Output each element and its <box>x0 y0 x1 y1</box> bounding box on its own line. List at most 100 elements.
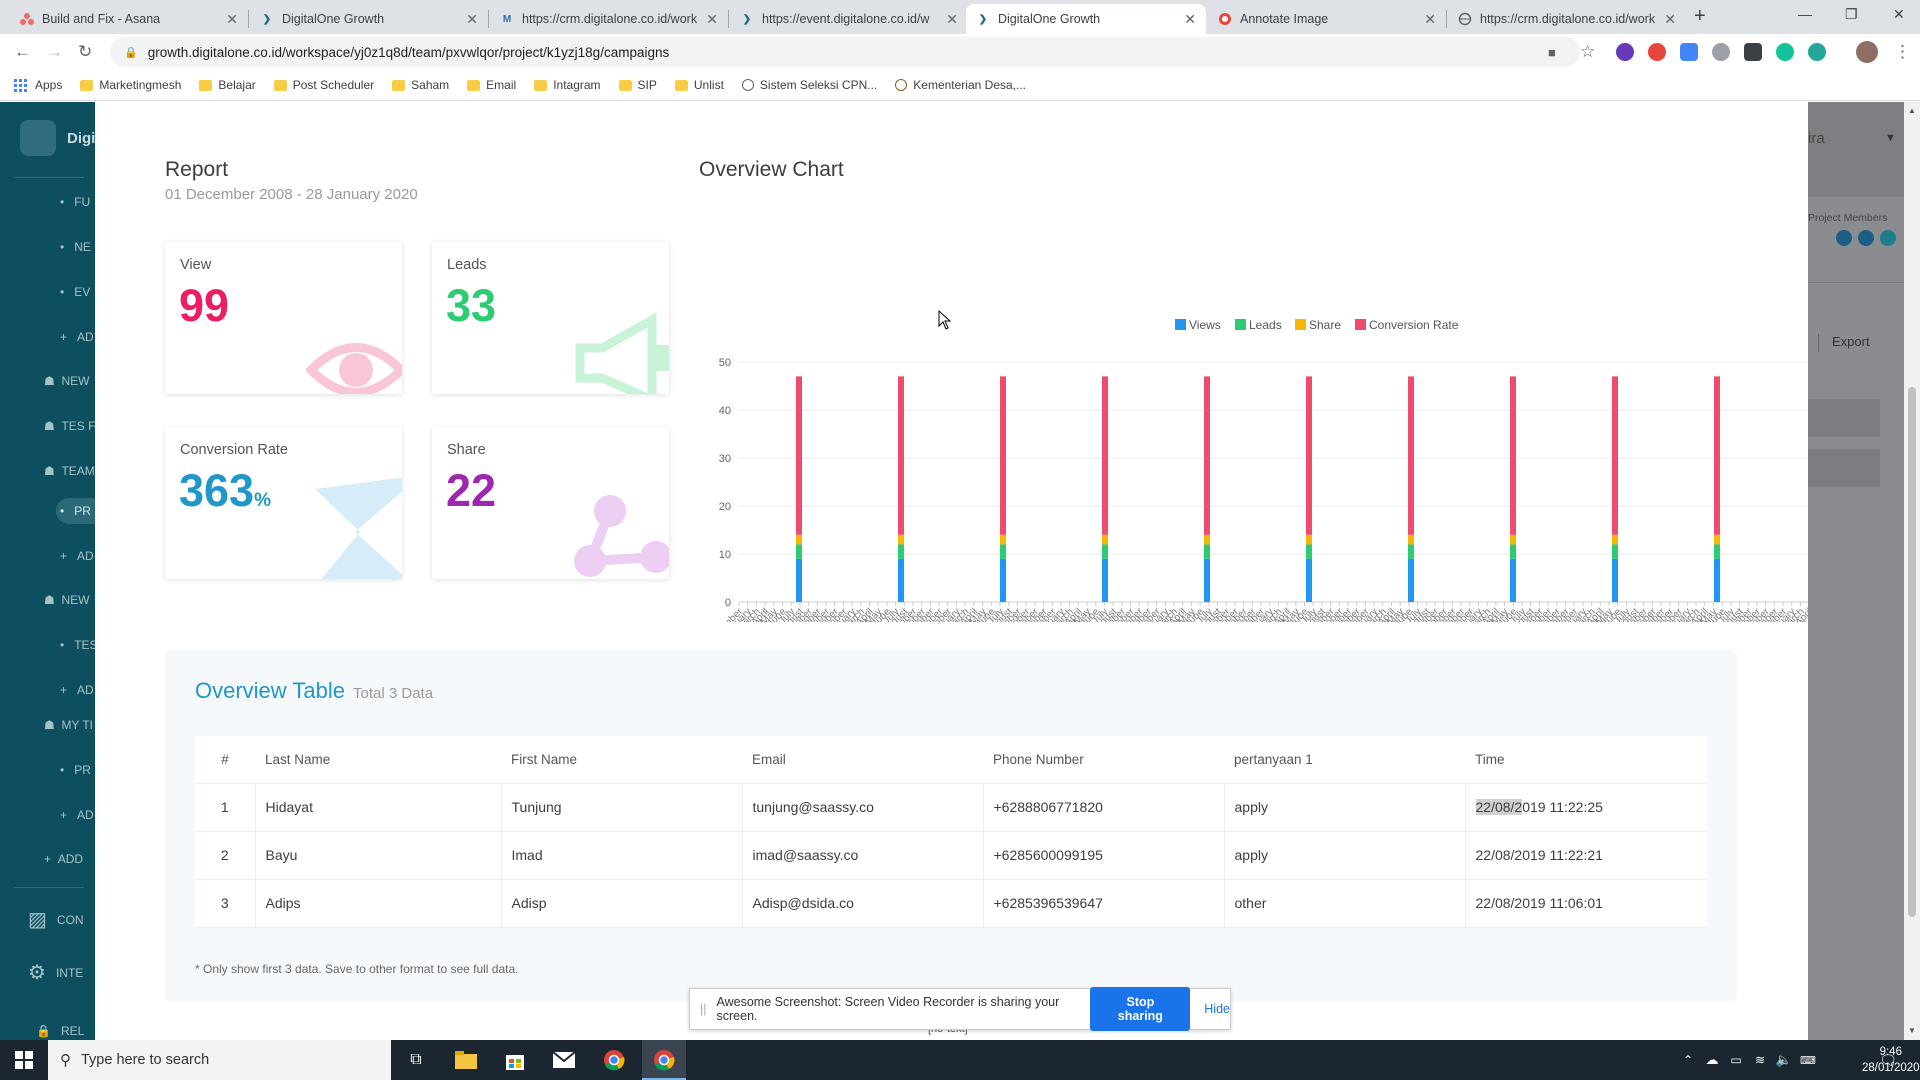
task-view-icon[interactable]: ⧉ <box>404 1048 428 1072</box>
bookmark-folder[interactable]: Unlist <box>674 78 724 92</box>
bookmark-folder[interactable]: Marketingmesh <box>80 78 181 92</box>
close-window-icon[interactable]: ✕ <box>1893 6 1905 23</box>
panel-row[interactable] <box>1808 399 1880 437</box>
file-explorer-icon[interactable] <box>454 1048 478 1072</box>
windows-start-icon[interactable] <box>12 1048 36 1072</box>
bookmark-folder[interactable]: Belajar <box>199 78 256 92</box>
minimize-icon[interactable]: — <box>1798 6 1812 22</box>
page-scrollbar[interactable]: ▲ ▼ <box>1904 102 1920 1040</box>
sidebar-team-item[interactable]: ☗ NEW <box>44 374 89 388</box>
legend-item[interactable]: Leads <box>1235 318 1282 332</box>
close-tab-icon[interactable]: ✕ <box>1664 11 1676 28</box>
chrome-icon[interactable] <box>652 1048 676 1072</box>
chrome-icon[interactable] <box>602 1048 626 1072</box>
extension-icon[interactable] <box>1808 43 1826 61</box>
sidebar-item-active[interactable]: • PR <box>60 504 91 518</box>
sidebar-add-item[interactable]: + AD <box>60 330 94 344</box>
cell-q1: apply <box>1224 831 1466 880</box>
sidebar-content-item[interactable]: ▨ CON <box>28 907 84 932</box>
avatar[interactable] <box>1880 230 1896 246</box>
avatar[interactable] <box>1836 230 1852 246</box>
bookmark-link[interactable]: Sistem Seleksi CPN... <box>741 78 877 92</box>
sidebar-team-item[interactable]: ☗ TES F <box>44 419 95 433</box>
sidebar-team-item[interactable]: ☗ NEW <box>44 593 89 607</box>
sidebar-item[interactable]: 🔒 REL <box>36 1024 84 1038</box>
sidebar-add-item[interactable]: + AD <box>60 808 94 822</box>
cell-no: 1 <box>195 783 256 832</box>
close-tab-icon[interactable]: ✕ <box>946 11 958 28</box>
sidebar-item[interactable]: • TES <box>60 638 98 652</box>
cloud-icon[interactable]: ☁ <box>1700 1048 1724 1072</box>
battery-icon[interactable]: ▭ <box>1724 1048 1748 1072</box>
sidebar-item[interactable]: • NE <box>60 240 91 254</box>
bookmark-folder[interactable]: Saham <box>392 78 449 92</box>
sidebar-team-item[interactable]: ☗ TEAM <box>44 464 95 478</box>
y-tick-label: 10 <box>719 549 731 561</box>
chevron-down-icon[interactable]: ▼ <box>1885 132 1896 144</box>
extension-icon[interactable] <box>1616 43 1634 61</box>
back-icon[interactable]: ← <box>14 42 31 62</box>
tab-digitalone-1[interactable]: ❯ DigitalOne Growth ✕ <box>250 4 488 34</box>
bookmark-folder[interactable]: Post Scheduler <box>273 78 374 92</box>
sidebar-integration-item[interactable]: ⚙ INTE <box>28 960 83 985</box>
tab-digitalone-active[interactable]: ❯ DigitalOne Growth ✕ <box>966 4 1206 34</box>
close-tab-icon[interactable]: ✕ <box>1424 11 1436 28</box>
taskbar-search-input[interactable]: ⚲ Type here to search <box>48 1040 391 1080</box>
chevron-up-icon[interactable]: ⌃ <box>1676 1048 1700 1072</box>
hide-button[interactable]: Hide <box>1204 1002 1230 1016</box>
extension-icon[interactable] <box>1744 43 1762 61</box>
volume-icon[interactable]: 🔈 <box>1772 1048 1796 1072</box>
bookmark-folder[interactable]: Intagram <box>534 78 601 92</box>
reload-icon[interactable]: ↻ <box>78 42 92 62</box>
close-tab-icon[interactable]: ✕ <box>706 11 718 28</box>
drag-handle-icon[interactable]: || <box>700 1002 707 1016</box>
stop-sharing-button[interactable]: Stop sharing <box>1090 987 1191 1031</box>
close-tab-icon[interactable]: ✕ <box>1184 11 1196 28</box>
sidebar-item[interactable]: • PR <box>60 763 91 777</box>
app-sidebar: Digi • FU • NE • EV + AD ☗ NEW ☗ TES F ☗… <box>0 102 106 1040</box>
tab-crm-1[interactable]: M https://crm.digitalone.co.id/work ✕ <box>490 4 728 34</box>
tab-event[interactable]: ❯ https://event.digitalone.co.id/w ✕ <box>730 4 968 34</box>
grammarly-icon[interactable] <box>1776 43 1794 61</box>
bookmark-folder[interactable]: SIP <box>618 78 657 92</box>
bookmark-star-icon[interactable]: ☆ <box>1580 42 1595 62</box>
bookmark-link[interactable]: Kementerian Desa,... <box>895 78 1026 92</box>
address-bar[interactable]: 🔒 growth.digitalone.co.id/workspace/yj0z… <box>110 37 1580 67</box>
camera-icon[interactable]: ■ <box>1548 45 1556 60</box>
export-button[interactable]: Export <box>1832 334 1870 349</box>
scrollbar-thumb[interactable] <box>1908 387 1916 917</box>
mail-icon[interactable] <box>552 1048 576 1072</box>
extension-icon[interactable] <box>1712 43 1730 61</box>
notifications-icon[interactable]: 🗨 <box>1876 1048 1900 1072</box>
store-icon[interactable] <box>503 1048 527 1072</box>
close-tab-icon[interactable]: ✕ <box>226 11 238 28</box>
legend-item[interactable]: Views <box>1175 318 1221 332</box>
tab-asana[interactable]: Build and Fix - Asana ✕ <box>10 4 248 34</box>
extension-icon[interactable] <box>1648 43 1666 61</box>
legend-item[interactable]: Conversion Rate <box>1355 318 1459 332</box>
bookmark-folder[interactable]: Email <box>467 78 516 92</box>
sidebar-team-item[interactable]: ☗ MY TI <box>44 718 93 732</box>
avatar[interactable] <box>1856 41 1878 63</box>
avatar[interactable] <box>1858 230 1874 246</box>
cell-email: imad@saassy.co <box>742 831 984 880</box>
sidebar-item[interactable]: • EV <box>60 285 90 299</box>
bookmark-apps[interactable]: Apps <box>14 78 62 92</box>
tab-annotate[interactable]: Annotate Image ✕ <box>1208 4 1446 34</box>
sidebar-add-item[interactable]: + AD <box>60 549 94 563</box>
wifi-icon[interactable]: ≋ <box>1748 1048 1772 1072</box>
sidebar-add-item[interactable]: + AD <box>60 683 94 697</box>
sidebar-add-team[interactable]: + ADD <box>44 852 83 866</box>
menu-dots-icon[interactable]: ⋮ <box>1894 42 1911 62</box>
extension-icon[interactable] <box>1680 43 1698 61</box>
emblem-icon <box>895 79 908 91</box>
legend-item[interactable]: Share <box>1295 318 1341 332</box>
tab-crm-2[interactable]: https://crm.digitalone.co.id/work ✕ <box>1448 4 1686 34</box>
close-tab-icon[interactable]: ✕ <box>466 11 478 28</box>
sidebar-item[interactable]: • FU <box>60 195 90 209</box>
maximize-icon[interactable]: ❐ <box>1845 6 1858 23</box>
panel-row[interactable] <box>1808 449 1880 487</box>
new-tab-button[interactable]: + <box>1694 5 1706 28</box>
forward-icon[interactable]: → <box>46 42 63 62</box>
keyboard-icon[interactable]: ⌨ <box>1796 1048 1820 1072</box>
